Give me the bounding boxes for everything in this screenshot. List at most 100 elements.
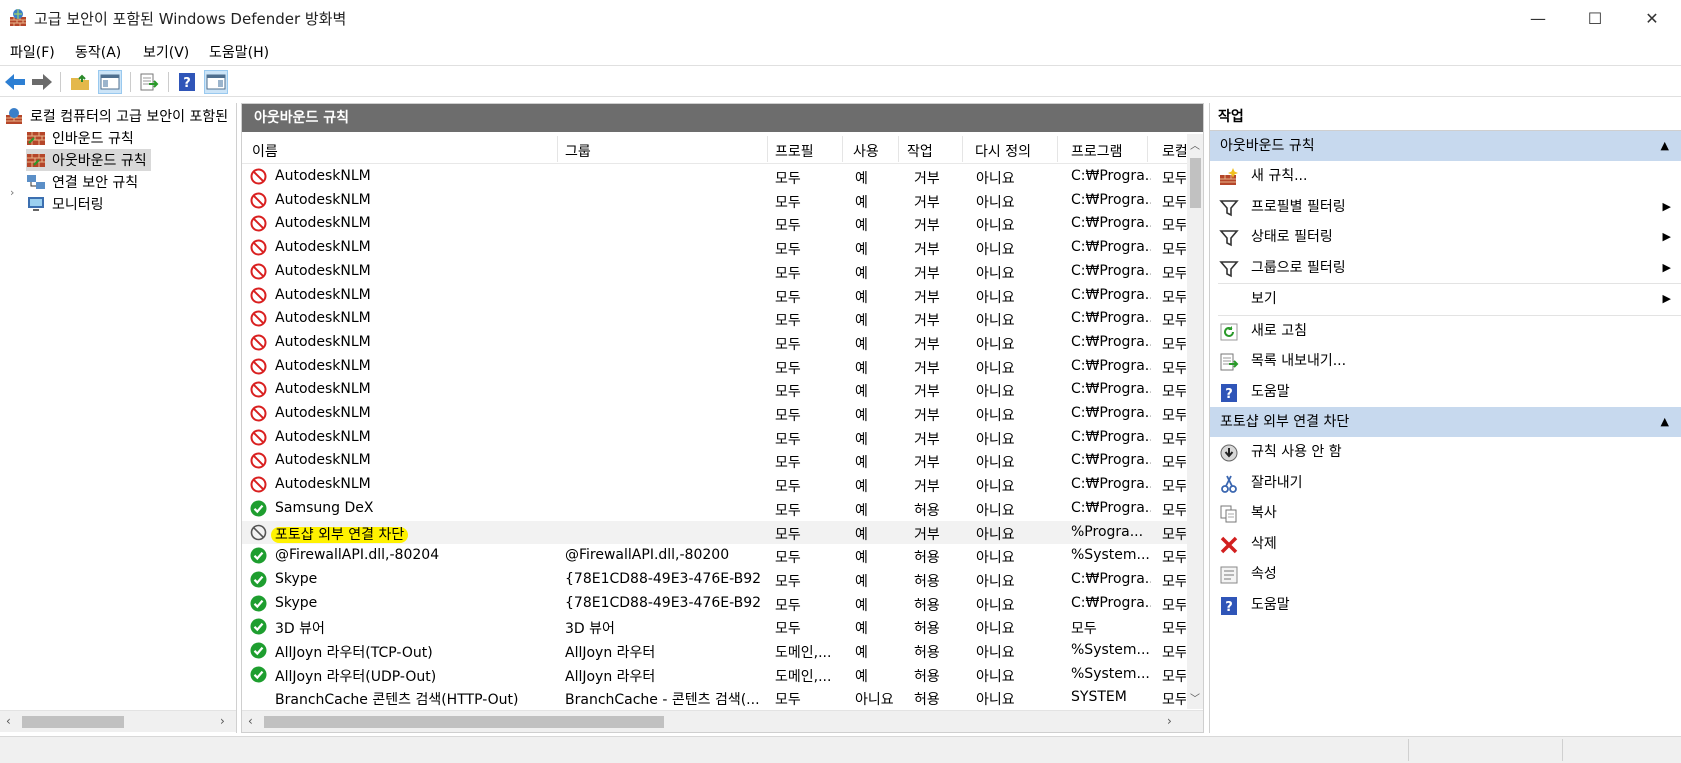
- action-item[interactable]: 그룹으로 필터링 ▶: [1210, 253, 1681, 284]
- table-row[interactable]: Skype {78E1CD88-49E3-476E-B926-... 모두 예 허용 아니…: [242, 568, 1187, 592]
- menu-view[interactable]: 보기(V): [143, 42, 189, 62]
- table-row[interactable]: AutodeskNLM 모두 예 거부 아니요 C:₩Progra... 모두: [242, 355, 1187, 379]
- column-header-enabled[interactable]: 사용: [853, 141, 879, 161]
- scroll-left-icon[interactable]: ‹: [248, 714, 253, 728]
- action-item[interactable]: 목록 내보내기...: [1210, 346, 1681, 377]
- table-row[interactable]: AutodeskNLM 모두 예 거부 아니요 C:₩Progra... 모두: [242, 473, 1187, 497]
- table-row[interactable]: AutodeskNLM 모두 예 거부 아니요 C:₩Progra... 모두: [242, 260, 1187, 284]
- column-header-action[interactable]: 작업: [907, 141, 933, 161]
- back-arrow-icon[interactable]: [3, 70, 27, 94]
- column-header-local[interactable]: 로컬: [1162, 141, 1186, 161]
- column-divider[interactable]: [842, 136, 843, 162]
- title-bar: 고급 보안이 포함된 Windows Defender 방화벽 — ☐ ✕: [0, 0, 1681, 36]
- scrollbar-thumb[interactable]: [264, 716, 664, 728]
- table-row[interactable]: AutodeskNLM 모두 예 거부 아니요 C:₩Progra... 모두: [242, 212, 1187, 236]
- cell-enabled: 예: [855, 336, 868, 353]
- action-item[interactable]: 삭제: [1210, 529, 1681, 560]
- table-row[interactable]: AutodeskNLM 모두 예 거부 아니요 C:₩Progra... 모두: [242, 236, 1187, 260]
- collapse-caret-icon[interactable]: ▲: [1661, 131, 1669, 161]
- tree-item-outbound-rules[interactable]: 아웃바운드 규칙: [26, 149, 151, 171]
- action-item[interactable]: 복사: [1210, 498, 1681, 529]
- scroll-up-icon[interactable]: ︿: [1190, 137, 1200, 152]
- scroll-left-icon[interactable]: ‹: [6, 714, 11, 728]
- table-row[interactable]: AutodeskNLM 모두 예 거부 아니요 C:₩Progra... 모두: [242, 449, 1187, 473]
- cell-profile: 모두: [775, 621, 801, 638]
- maximize-button[interactable]: ☐: [1566, 0, 1624, 36]
- tree-item-label: 연결 보안 규칙: [52, 175, 139, 191]
- table-row[interactable]: AutodeskNLM 모두 예 거부 아니요 C:₩Progra... 모두: [242, 284, 1187, 308]
- collapse-caret-icon[interactable]: ▲: [1661, 407, 1669, 437]
- table-row[interactable]: AutodeskNLM 모두 예 거부 아니요 C:₩Progra... 모두: [242, 189, 1187, 213]
- column-divider[interactable]: [962, 136, 963, 162]
- scroll-right-icon[interactable]: ›: [1167, 714, 1172, 728]
- cell-enabled: 예: [855, 645, 868, 661]
- table-row[interactable]: 포토샵 외부 연결 차단 모두 예 거부 아니요 %Progra... 모두: [242, 520, 1187, 545]
- table-row[interactable]: BranchCache 콘텐츠 검색(HTTP-Out) BranchCache …: [242, 686, 1187, 710]
- cell-override: 아니요: [976, 194, 1015, 211]
- scroll-down-icon[interactable]: ﹀: [1190, 690, 1200, 705]
- column-header-name[interactable]: 이름: [252, 141, 278, 161]
- scrollbar-thumb[interactable]: [22, 716, 124, 728]
- table-row[interactable]: Skype {78E1CD88-49E3-476E-B926-... 모두 예 허용 아니…: [242, 592, 1187, 616]
- forward-arrow-icon[interactable]: [30, 70, 54, 94]
- rules-horizontal-scrollbar[interactable]: ‹ ›: [242, 710, 1203, 732]
- column-header-profile[interactable]: 프로필: [775, 141, 814, 161]
- actions-section-header[interactable]: 아웃바운드 규칙 ▲: [1210, 131, 1681, 161]
- column-divider[interactable]: [557, 136, 558, 162]
- menu-action[interactable]: 동작(A): [75, 42, 121, 62]
- column-divider[interactable]: [1057, 136, 1058, 162]
- up-folder-icon[interactable]: [68, 70, 92, 94]
- tree-item-connection-security-rules[interactable]: 연결 보안 규칙: [26, 171, 138, 193]
- table-row[interactable]: AutodeskNLM 모두 예 거부 아니요 C:₩Progra... 모두: [242, 331, 1187, 355]
- cell-enabled: 예: [855, 313, 868, 330]
- action-item[interactable]: ? 도움말: [1210, 377, 1681, 408]
- actions-section-header[interactable]: 포토샵 외부 연결 차단 ▲: [1210, 407, 1681, 437]
- scrollbar-thumb[interactable]: [1190, 158, 1201, 208]
- close-button[interactable]: ✕: [1623, 0, 1681, 36]
- action-item[interactable]: 상태로 필터링 ▶: [1210, 222, 1681, 253]
- tree-horizontal-scrollbar[interactable]: ‹ ›: [0, 710, 236, 732]
- export-list-icon[interactable]: [137, 70, 161, 94]
- action-item[interactable]: ? 도움말: [1210, 590, 1681, 621]
- action-item[interactable]: 새로 고침: [1210, 316, 1681, 347]
- cell-action: 거부: [914, 384, 940, 401]
- column-header-override[interactable]: 다시 정의: [975, 141, 1031, 161]
- column-divider[interactable]: [898, 136, 899, 162]
- table-row[interactable]: AutodeskNLM 모두 예 거부 아니요 C:₩Progra... 모두: [242, 426, 1187, 450]
- cell-local: 모두: [1162, 550, 1186, 567]
- table-row[interactable]: @FirewallAPI.dll,-80204 @FirewallAPI.dll,…: [242, 544, 1187, 568]
- help-icon[interactable]: ?: [175, 70, 199, 94]
- menu-file[interactable]: 파일(F): [10, 42, 55, 62]
- show-hide-tree-icon[interactable]: [98, 70, 122, 94]
- column-header-program[interactable]: 프로그램: [1071, 141, 1123, 161]
- action-item[interactable]: 규칙 사용 안 함: [1210, 437, 1681, 468]
- action-item[interactable]: 보기 ▶: [1210, 284, 1681, 315]
- tree-root[interactable]: 로컬 컴퓨터의 고급 보안이 포함된: [4, 105, 228, 127]
- rules-vertical-scrollbar[interactable]: ︿ ﹀: [1187, 134, 1203, 709]
- minimize-button[interactable]: —: [1509, 0, 1567, 36]
- table-row[interactable]: AllJoyn 라우터(UDP-Out) AllJoyn 라우터 도메인,... 예 허…: [242, 663, 1187, 687]
- action-item[interactable]: 잘라내기: [1210, 468, 1681, 499]
- table-row[interactable]: AutodeskNLM 모두 예 거부 아니요 C:₩Progra... 모두: [242, 378, 1187, 402]
- table-row[interactable]: AutodeskNLM 모두 예 거부 아니요 C:₩Progra... 모두: [242, 402, 1187, 426]
- show-hide-action-pane-icon[interactable]: [204, 70, 228, 94]
- table-row[interactable]: 3D 뷰어 3D 뷰어 모두 예 허용 아니요 모두 모두: [242, 615, 1187, 639]
- action-item[interactable]: 프로필별 필터링 ▶: [1210, 192, 1681, 223]
- table-row[interactable]: AllJoyn 라우터(TCP-Out) AllJoyn 라우터 도메인,... 예 허…: [242, 639, 1187, 663]
- table-row[interactable]: AutodeskNLM 모두 예 거부 아니요 C:₩Progra... 모두: [242, 307, 1187, 331]
- table-row[interactable]: Samsung DeX 모두 예 허용 아니요 C:₩Progra... 모두: [242, 497, 1187, 521]
- table-row[interactable]: AutodeskNLM 모두 예 거부 아니요 C:₩Progra... 모두: [242, 165, 1187, 189]
- expand-chevron-icon[interactable]: ›: [10, 186, 14, 199]
- tree-item-monitoring[interactable]: 모니터링: [26, 193, 104, 215]
- action-item[interactable]: 속성: [1210, 559, 1681, 590]
- cell-name: AutodeskNLM: [275, 286, 371, 303]
- action-item[interactable]: 새 규칙...: [1210, 161, 1681, 192]
- cell-action: 거부: [914, 265, 940, 282]
- cell-enabled: 예: [855, 526, 868, 543]
- menu-help[interactable]: 도움말(H): [209, 42, 269, 62]
- scroll-right-icon[interactable]: ›: [220, 714, 225, 728]
- column-divider[interactable]: [767, 136, 768, 162]
- tree-item-inbound-rules[interactable]: 인바운드 규칙: [26, 127, 134, 149]
- column-divider[interactable]: [1147, 136, 1148, 162]
- column-header-group[interactable]: 그룹: [565, 141, 591, 161]
